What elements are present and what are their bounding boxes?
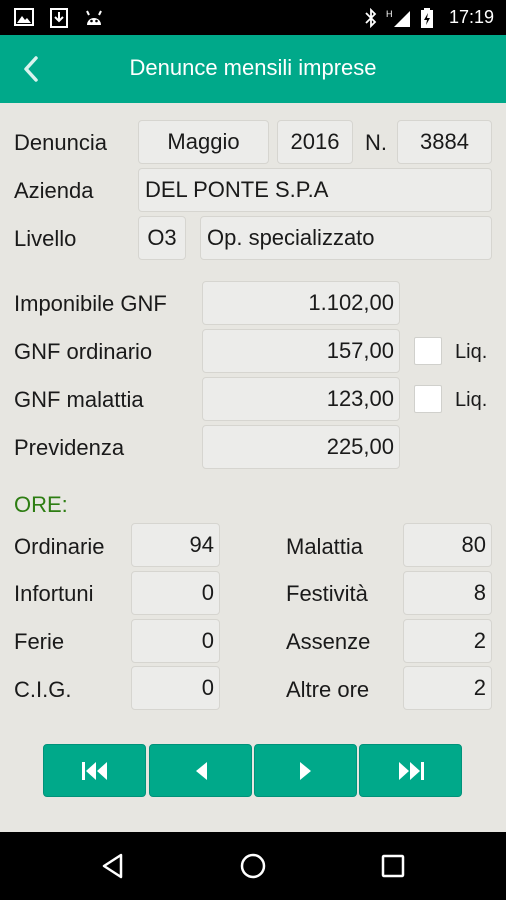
svg-text:H: H [386,9,393,19]
first-record-button[interactable] [43,744,146,797]
page-title: Denunce mensili imprese [129,55,377,80]
bluetooth-icon [365,8,377,28]
month-field[interactable]: Maggio [138,120,269,164]
recents-square-icon[interactable] [380,852,406,880]
livello-label: Livello [14,226,77,251]
ordinario-label: GNF ordinario [14,339,153,364]
previdenza-label: Previdenza [14,435,125,460]
year-field[interactable]: 2016 [277,120,353,164]
ordinarie-field[interactable]: 94 [131,523,220,567]
malattia-liq-label: Liq. [455,389,488,411]
ordinario-liq-label: Liq. [455,341,488,363]
altre-ore-field[interactable]: 2 [403,666,492,710]
ordinarie-label: Ordinarie [14,534,105,559]
malattia-gnf-label: GNF malattia [14,387,144,412]
ore-section-title: ORE: [14,492,68,517]
last-record-icon [398,761,424,780]
festivita-label: Festività [286,581,368,606]
malattia-hours-label: Malattia [286,534,364,559]
denuncia-label: Denuncia [14,130,107,155]
download-icon [50,8,68,28]
number-field[interactable]: 3884 [397,120,492,164]
system-nav-bar [0,832,506,900]
previous-record-button[interactable] [149,744,252,797]
malattia-liq-checkbox[interactable] [414,385,442,413]
assenze-field[interactable]: 2 [403,619,492,663]
ferie-label: Ferie [14,629,65,654]
cig-field[interactable]: 0 [131,666,220,710]
infortuni-field[interactable]: 0 [131,571,220,615]
previous-record-icon [195,761,207,780]
app-bar: Denunce mensili imprese [0,35,506,103]
altre-ore-label: Altre ore [286,677,370,702]
home-circle-icon[interactable] [239,852,267,880]
number-label: N. [365,130,387,155]
next-record-button[interactable] [254,744,357,797]
status-bar: H 17:19 [0,0,506,35]
ferie-field[interactable]: 0 [131,619,220,663]
cig-label: C.I.G. [14,677,72,702]
battery-icon [421,8,433,28]
image-icon [14,8,34,26]
ordinario-field[interactable]: 157,00 [202,329,400,373]
livello-code-field[interactable]: O3 [138,216,186,260]
livello-desc-field[interactable]: Op. specializzato [200,216,492,260]
last-record-button[interactable] [359,744,462,797]
azienda-label: Azienda [14,178,94,203]
previdenza-field[interactable]: 225,00 [202,425,400,469]
malattia-hours-field[interactable]: 80 [403,523,492,567]
android-icon [86,10,102,25]
assenze-label: Assenze [286,629,371,654]
malattia-gnf-field[interactable]: 123,00 [202,377,400,421]
ordinario-liq-checkbox[interactable] [414,337,442,365]
signal-icon: H [386,9,410,27]
imponibile-field[interactable]: 1.102,00 [202,281,400,325]
festivita-field[interactable]: 8 [403,571,492,615]
status-time: 17:19 [448,7,494,27]
next-record-icon [299,761,311,780]
first-record-icon [81,761,107,780]
imponibile-label: Imponibile GNF [14,291,167,316]
azienda-field[interactable]: DEL PONTE S.P.A [138,168,492,212]
back-triangle-icon[interactable] [99,852,127,880]
infortuni-label: Infortuni [14,581,94,606]
